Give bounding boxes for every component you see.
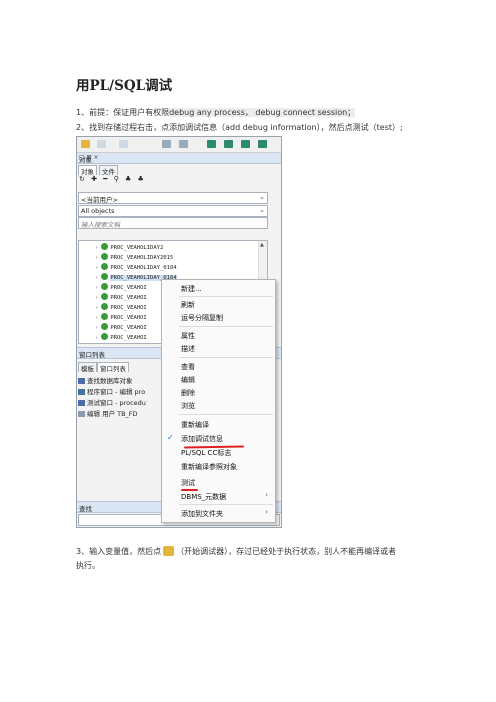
toolbar [77, 137, 281, 153]
step-3-text: 3、输入变量值，然后点 [76, 547, 162, 556]
menu-item-recompile[interactable]: 重新编译 [162, 419, 275, 430]
objects-pane-header: 对象 □ ⊠ × [77, 153, 281, 164]
paste-icon[interactable] [119, 140, 128, 148]
chevron-right-icon: › [265, 491, 268, 499]
window-icon [78, 400, 85, 406]
search-placeholder: 输入搜索文档 [81, 221, 120, 229]
db-rollback-icon[interactable] [258, 140, 267, 148]
start-debugger-icon [163, 546, 175, 556]
window-item[interactable]: 编辑 用户 TB_FD [78, 408, 138, 418]
window-icon [78, 411, 85, 417]
print-preview-icon[interactable] [179, 140, 188, 148]
filter-combo-value: All objects [81, 207, 115, 215]
objects-tabs: 对象 文件 [77, 164, 281, 176]
window-item[interactable]: 程序窗口 - 编辑 pro [78, 386, 145, 396]
check-icon: ✓ [167, 433, 174, 442]
tree-item[interactable]: › PROC_VEAHOLIDAY2015 [95, 253, 173, 263]
menu-item-copy-comma[interactable]: 运号分隔复制 [162, 312, 275, 323]
document-title: 用PL/SQL调试 [76, 78, 173, 94]
menu-item-delete[interactable]: 删除 [162, 387, 275, 398]
menu-item-new[interactable]: 新建... [162, 283, 275, 294]
tree-item[interactable]: › PROC_VEAHOLIDAY2 [95, 243, 163, 253]
scroll-up-icon[interactable]: ▲ [260, 242, 264, 248]
tree-item[interactable]: › PROC_VEAHOI [95, 333, 147, 343]
object-browser-toolbar[interactable]: ↻ ✚ ━ ⚲ ♣ ♣ [79, 175, 146, 184]
key-icon[interactable] [81, 140, 90, 148]
menu-item-properties[interactable]: 属性 [162, 330, 275, 341]
window-item[interactable]: 查找数据库对象 [78, 375, 133, 385]
window-icon [78, 378, 85, 384]
action-icon[interactable] [97, 140, 106, 148]
step-3-text-continued: （开始调试器），存过已经处于执行状态，别人不能再编译或者 [176, 547, 397, 556]
tree-item[interactable]: › PROC_VEAHOLIDAY_0104 [95, 263, 177, 273]
context-menu: 新建... 刷新 运号分隔复制 属性 描述 查看 编辑 删除 浏览 重新编译 ✓… [161, 279, 276, 523]
find-title: 查找 [79, 505, 92, 513]
db-save-icon[interactable] [224, 140, 233, 148]
filter-combo[interactable]: All objects ⌄ [78, 205, 268, 217]
chevron-down-icon: ⌄ [259, 193, 265, 201]
step-3: 3、输入变量值，然后点 （开始调试器），存过已经处于执行状态，别人不能再编译或者 [76, 545, 396, 558]
db-open-icon[interactable] [207, 140, 216, 148]
tree-item[interactable]: › PROC_VEAHOI [95, 283, 147, 293]
tab-templates[interactable]: 模板 [78, 362, 97, 373]
tab-objects[interactable]: 对象 [78, 165, 97, 176]
step-2: 2、找到存储过程右击，点添加调试信息（add debug information… [76, 123, 403, 132]
step-1-text: 1、前提：保证用户有权限 [76, 108, 170, 117]
menu-item-add-to-folder[interactable]: 添加到文件夹 › [162, 508, 275, 519]
menu-item-refresh[interactable]: 刷新 [162, 299, 275, 310]
menu-item-describe[interactable]: 描述 [162, 343, 275, 354]
menu-item-test[interactable]: 测试 [162, 477, 275, 488]
chevron-down-icon: ⌄ [259, 206, 265, 214]
menu-item-view[interactable]: 查看 [162, 361, 275, 372]
step-3-line-2: 执行。 [76, 561, 100, 570]
pane-window-controls[interactable]: □ ⊠ × [79, 154, 277, 161]
window-item[interactable]: 测试窗口 - procedu [78, 397, 146, 407]
db-commit-icon[interactable] [241, 140, 250, 148]
tree-item[interactable]: › PROC_VEAHOI [95, 323, 147, 333]
highlight-underline [181, 489, 198, 491]
step-1-permissions: debug any process， debug connect session… [169, 108, 356, 117]
user-combo-value: <当前用户> [81, 196, 118, 204]
window-list-title: 窗口列表 [79, 351, 105, 359]
menu-item-edit[interactable]: 编辑 [162, 374, 275, 385]
menu-item-dbms-metadata[interactable]: DBMS_元数据 › [162, 491, 275, 502]
tab-window-list[interactable]: 窗口列表 [97, 362, 129, 373]
search-input[interactable]: 输入搜索文档 [78, 217, 268, 229]
tree-item[interactable]: › PROC_VEAHOI [95, 313, 147, 323]
menu-item-plsql-cc-flags[interactable]: PL/SQL CC标志 [162, 447, 275, 458]
tab-files[interactable]: 文件 [99, 165, 118, 176]
tree-item[interactable]: › PROC_VEAHOI [95, 293, 147, 303]
menu-item-recompile-referencing[interactable]: 重新编译参照对象 [162, 461, 275, 472]
menu-item-add-debug-info[interactable]: ✓ 添加调试信息 [162, 433, 275, 444]
step-1: 1、前提：保证用户有权限debug any process， debug con… [76, 106, 356, 119]
window-icon [78, 389, 85, 395]
print-icon[interactable] [162, 140, 171, 148]
chevron-right-icon: › [265, 508, 268, 516]
menu-item-browse[interactable]: 浏览 [162, 400, 275, 411]
user-combo[interactable]: <当前用户> ⌄ [78, 192, 268, 204]
tree-item[interactable]: › PROC_VEAHOI [95, 303, 147, 313]
